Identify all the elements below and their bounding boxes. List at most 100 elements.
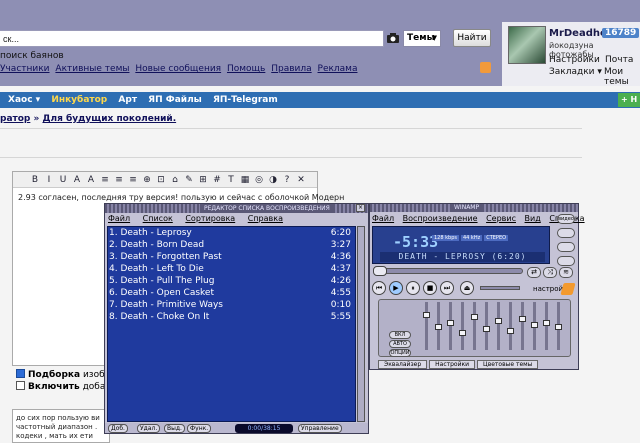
playlist-track[interactable]: 7. Death - Primitive Ways 0:10 [109,300,353,311]
eq-band-knob[interactable] [459,330,466,336]
eq-band-knob[interactable] [555,324,562,330]
editor-toolbar-button[interactable]: ✕ [296,175,306,185]
previous-icon[interactable]: ⏮ [372,281,386,295]
eq-band-knob[interactable] [507,328,514,334]
playlist-select-button[interactable]: Выд. [164,424,185,433]
editor-toolbar-button[interactable]: ≡ [114,175,124,185]
editor-toolbar-button[interactable]: T [226,175,236,185]
eq-band-knob[interactable] [531,322,538,328]
avatar[interactable] [508,26,546,64]
editor-toolbar-button[interactable]: ⊞ [198,175,208,185]
video-button[interactable]: видео [557,214,575,224]
seek-bar[interactable] [373,268,523,274]
playlist-track[interactable]: 2. Death - Born Dead 3:27 [109,240,353,251]
nav-link-help[interactable]: Помощь [227,64,265,74]
nav-link-new-posts[interactable]: Новые сообщения [135,64,221,74]
breadcrumb-parent[interactable]: ратор [0,114,30,124]
eq-band-knob[interactable] [423,312,430,318]
playlist-track[interactable]: 5. Death - Pull The Plug 4:26 [109,276,353,287]
next-icon[interactable]: ⏭ [440,281,454,295]
playlist-track[interactable]: 8. Death - Choke On It 5:55 [109,312,353,323]
editor-toolbar-button[interactable]: A [86,175,96,185]
playlist-track[interactable]: 3. Death - Forgotten Past 4:36 [109,252,353,263]
nav-link-members[interactable]: Участники [0,64,50,74]
breadcrumb-current[interactable]: Для будущих поколений. [42,114,176,124]
close-icon[interactable]: × [356,204,365,212]
playlist-track[interactable]: 4. Death - Left To Die 4:37 [109,264,353,275]
editor-toolbar-button[interactable]: ✎ [184,175,194,185]
find-button[interactable]: Найти [453,29,491,47]
playlist-misc-button[interactable]: Функ. [187,424,212,433]
my-themes-link[interactable]: Мои темы [604,67,640,87]
eq-band-knob[interactable] [495,318,502,324]
editor-toolbar-button[interactable]: ⊡ [156,175,166,185]
eq-band-slider[interactable] [461,302,464,350]
playlist-manage-button[interactable]: Управление [298,424,342,433]
volume-slider[interactable] [480,286,520,290]
stop-icon[interactable]: ■ [423,281,437,295]
checkbox-unchecked[interactable] [16,381,25,390]
editor-toolbar-button[interactable]: U [58,175,68,185]
new-topic-button[interactable]: + Н [618,93,640,107]
eq-band-knob[interactable] [471,314,478,320]
cat-art[interactable]: Арт [118,92,137,108]
eq-band-slider[interactable] [545,302,548,350]
editor-toolbar-button[interactable]: ◎ [254,175,264,185]
editor-text[interactable]: 2.93 согласен, последняя тру версия! пол… [18,193,344,202]
menu-playback[interactable]: Воспроизведение [403,214,478,223]
nav-link-rules[interactable]: Правила [271,64,311,74]
cat-telegram[interactable]: ЯП-Telegram [213,92,278,108]
eq-band-knob[interactable] [483,326,490,332]
menu-file[interactable]: Файл [372,214,394,223]
menu-list[interactable]: Список [143,214,173,223]
tab-settings[interactable]: Настройки [429,360,476,369]
cat-chaos[interactable]: Хаос ▾ [8,92,40,108]
shuffle-icon[interactable]: ⤨ [543,267,557,278]
editor-toolbar-button[interactable]: ≡ [128,175,138,185]
editor-toolbar-button[interactable]: ? [282,175,292,185]
eq-band-slider[interactable] [521,302,524,350]
tab-color-themes[interactable]: Цветовые темы [477,360,539,369]
eq-band-slider[interactable] [449,302,452,350]
side-button[interactable] [557,256,575,266]
seek-knob[interactable] [373,266,387,276]
menu-view[interactable]: Вид [525,214,541,223]
themes-select[interactable]: Темы ▼ [403,30,441,47]
menu-file[interactable]: Файл [108,214,130,223]
playlist-track[interactable]: 1. Death - Leprosy 6:20 [109,228,353,239]
playlist-add-button[interactable]: Доб. [108,424,128,433]
search-input[interactable] [0,30,384,47]
editor-toolbar-button[interactable]: ⌂ [170,175,180,185]
eq-band-knob[interactable] [543,320,550,326]
nav-link-active-themes[interactable]: Активные темы [55,64,129,74]
pause-icon[interactable]: ⏸ [406,281,420,295]
bookmarks-link[interactable]: Закладки ▾ [549,67,602,77]
editor-toolbar-button[interactable]: I [44,175,54,185]
playlist-remove-button[interactable]: Удал. [137,424,161,433]
editor-toolbar-button[interactable]: ≡ [100,175,110,185]
side-button[interactable] [557,228,575,238]
editor-toolbar-button[interactable]: ◑ [268,175,278,185]
eq-band-slider[interactable] [473,302,476,350]
editor-toolbar-button[interactable]: ⊕ [142,175,152,185]
eq-band-slider[interactable] [509,302,512,350]
eq-band-knob[interactable] [519,316,526,322]
playlist-scrollbar[interactable] [357,226,365,422]
side-button[interactable] [557,242,575,252]
mail-link[interactable]: Почта [605,55,633,65]
tab-equalizer[interactable]: Эквалайзер [378,360,428,369]
cat-files[interactable]: ЯП Файлы [148,92,202,108]
repeat-icon[interactable]: ⇄ [527,267,541,278]
editor-toolbar-button[interactable]: A [72,175,82,185]
equalizer-toggle-icon[interactable]: ≋ [559,267,573,278]
play-icon[interactable]: ▶ [389,281,403,295]
editor-toolbar-button[interactable]: # [212,175,222,185]
checkbox-checked[interactable] [16,369,25,378]
eq-options-button[interactable]: ОПЦИИ [389,349,411,357]
nav-link-ads[interactable]: Реклама [318,64,358,74]
editor-toolbar-button[interactable]: B [30,175,40,185]
settings-link[interactable]: Настройки [549,55,600,65]
cat-incubator[interactable]: Инкубатор [51,92,107,108]
eject-icon[interactable]: ⏏ [460,281,474,295]
eq-band-slider[interactable] [497,302,500,350]
